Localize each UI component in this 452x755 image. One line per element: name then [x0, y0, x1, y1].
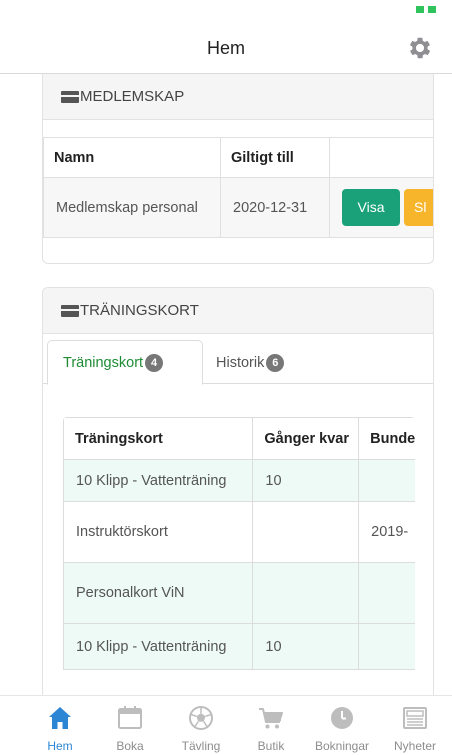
membership-valid-until: 2020-12-31: [220, 177, 330, 238]
tab-bar: Träningskort 4 Historik 6: [43, 340, 433, 385]
training-cards-heading: TRÄNINGSKORT: [80, 302, 199, 319]
visa-button[interactable]: Visa: [342, 189, 400, 226]
column-header-bound: Bunde: [358, 417, 415, 460]
table-row: Medlemskap personal 2020-12-31 Visa Sl: [43, 177, 433, 238]
membership-heading: MEDLEMSKAP: [80, 88, 185, 105]
card-bound: 2019-: [358, 501, 415, 563]
tabbar-item-bokningar[interactable]: Bokningar: [312, 696, 372, 755]
tabbar-item-boka[interactable]: Boka: [100, 696, 160, 755]
clock-icon: [331, 707, 353, 729]
card-remaining: [252, 562, 360, 624]
tabbar-label: Bokningar: [314, 739, 370, 753]
tabbar-item-tavling[interactable]: Tävling: [171, 696, 231, 755]
count-badge: 6: [266, 353, 285, 372]
card-name: 10 Klipp - Vattenträning: [63, 623, 254, 670]
status-bar: [0, 0, 452, 20]
card-bound: [358, 623, 415, 670]
football-icon: [189, 706, 213, 730]
tabbar-item-nyheter[interactable]: Nyheter: [385, 696, 445, 755]
table-row[interactable]: Personalkort ViN: [63, 562, 415, 624]
table-row[interactable]: 10 Klipp - Vattenträning 10: [63, 623, 415, 670]
card-remaining: [252, 501, 360, 563]
tabbar-item-home[interactable]: Hem: [30, 696, 90, 755]
card-bound: [358, 562, 415, 624]
column-header-card: Träningskort: [63, 417, 254, 460]
training-cards-table: Träningskort Gånger kvar Bunde 10 Klipp …: [63, 417, 415, 670]
secondary-action-button[interactable]: Sl: [404, 189, 433, 226]
membership-name: Medlemskap personal: [43, 177, 221, 238]
card-name: 10 Klipp - Vattenträning: [63, 459, 254, 502]
tab-label: Historik: [216, 354, 265, 371]
newspaper-icon: [403, 707, 427, 729]
card-remaining: 10: [252, 623, 360, 670]
table-row[interactable]: Instruktörskort 2019-: [63, 501, 415, 563]
training-cards-header: TRÄNINGSKORT: [43, 288, 433, 334]
membership-card: MEDLEMSKAP Namn Giltigt till Medlemskap …: [42, 74, 434, 264]
count-badge: 4: [145, 353, 164, 372]
training-cards-card: TRÄNINGSKORT Träningskort 4 Historik 6 T…: [42, 287, 434, 707]
gear-icon[interactable]: [406, 34, 434, 62]
membership-actions: Visa Sl: [329, 177, 433, 238]
tabbar-label: Nyheter: [393, 739, 437, 753]
training-cards-table-scroll[interactable]: Träningskort Gånger kvar Bunde 10 Klipp …: [63, 417, 415, 673]
home-icon: [49, 707, 71, 729]
tab-training-cards[interactable]: Träningskort 4: [47, 340, 203, 385]
column-header-valid-until: Giltigt till: [220, 137, 330, 178]
card-name: Instruktörskort: [63, 501, 254, 563]
tabbar-label: Tävling: [181, 739, 221, 753]
card-bound: [358, 459, 415, 502]
calendar-icon: [118, 706, 142, 729]
navigation-bar: Hem: [0, 20, 452, 74]
credit-card-icon: [61, 304, 79, 317]
card-remaining: 10: [252, 459, 360, 502]
page-title: Hem: [206, 38, 245, 58]
tab-label: Träningskort: [63, 354, 144, 371]
membership-table: Namn Giltigt till Medlemskap personal 20…: [43, 137, 433, 238]
battery-icon: [416, 5, 438, 14]
cart-icon: [259, 708, 283, 729]
credit-card-icon: [61, 90, 79, 103]
column-header-actions: [329, 137, 433, 178]
tabbar-label: Hem: [47, 739, 73, 753]
column-header-remaining: Gånger kvar: [252, 417, 360, 460]
tabbar-item-butik[interactable]: Butik: [241, 696, 301, 755]
column-header-name: Namn: [43, 137, 221, 178]
table-row[interactable]: 10 Klipp - Vattenträning 10: [63, 459, 415, 502]
bottom-tab-bar: Hem Boka Tävling Butik Bokningar Nyheter: [0, 695, 452, 755]
tabbar-label: Butik: [257, 739, 285, 753]
membership-card-header: MEDLEMSKAP: [43, 74, 433, 120]
card-name: Personalkort ViN: [63, 562, 254, 624]
tab-history[interactable]: Historik 6: [216, 340, 285, 385]
tabbar-label: Boka: [116, 739, 144, 753]
